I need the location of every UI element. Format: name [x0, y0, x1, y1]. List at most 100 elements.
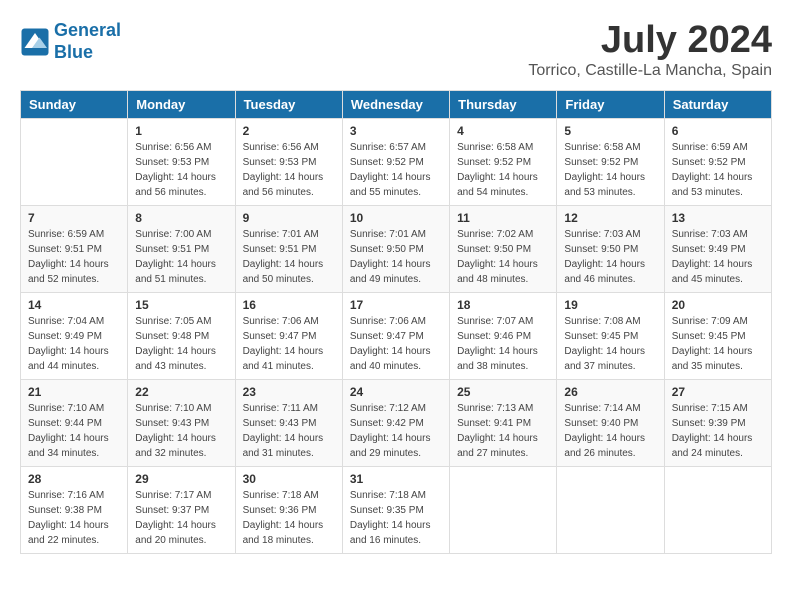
calendar-cell: 8 Sunrise: 7:00 AMSunset: 9:51 PMDaylight…: [128, 205, 235, 292]
calendar-cell: [450, 466, 557, 553]
day-number: 17: [350, 298, 442, 312]
cell-info: Sunrise: 7:05 AMSunset: 9:48 PMDaylight:…: [135, 314, 227, 374]
cell-info: Sunrise: 7:08 AMSunset: 9:45 PMDaylight:…: [564, 314, 656, 374]
col-friday: Friday: [557, 90, 664, 118]
day-number: 31: [350, 472, 442, 486]
logo-text: General Blue: [54, 20, 121, 63]
title-block: July 2024 Torrico, Castille-La Mancha, S…: [528, 20, 772, 80]
cell-info: Sunrise: 7:13 AMSunset: 9:41 PMDaylight:…: [457, 401, 549, 461]
day-number: 10: [350, 211, 442, 225]
cell-info: Sunrise: 7:00 AMSunset: 9:51 PMDaylight:…: [135, 227, 227, 287]
cell-info: Sunrise: 7:02 AMSunset: 9:50 PMDaylight:…: [457, 227, 549, 287]
day-number: 18: [457, 298, 549, 312]
day-number: 30: [243, 472, 335, 486]
calendar-cell: 30 Sunrise: 7:18 AMSunset: 9:36 PMDayligh…: [235, 466, 342, 553]
calendar-cell: 5 Sunrise: 6:58 AMSunset: 9:52 PMDaylight…: [557, 118, 664, 205]
calendar-cell: 3Sunrise: 6:57 AMSunset: 9:52 PMDaylight…: [342, 118, 449, 205]
cell-info: Sunrise: 6:59 AMSunset: 9:52 PMDaylight:…: [672, 140, 764, 200]
cell-info: Sunrise: 7:03 AMSunset: 9:50 PMDaylight:…: [564, 227, 656, 287]
calendar-cell: 19Sunrise: 7:08 AMSunset: 9:45 PMDayligh…: [557, 292, 664, 379]
day-number: 1: [135, 124, 227, 138]
day-number: 24: [350, 385, 442, 399]
calendar-cell: [664, 466, 771, 553]
cell-info: Sunrise: 7:15 AMSunset: 9:39 PMDaylight:…: [672, 401, 764, 461]
day-number: 25: [457, 385, 549, 399]
cell-info: Sunrise: 7:09 AMSunset: 9:45 PMDaylight:…: [672, 314, 764, 374]
calendar-cell: 10Sunrise: 7:01 AMSunset: 9:50 PMDayligh…: [342, 205, 449, 292]
calendar-cell: 29Sunrise: 7:17 AMSunset: 9:37 PMDayligh…: [128, 466, 235, 553]
calendar-cell: [557, 466, 664, 553]
day-number: 16: [243, 298, 335, 312]
cell-info: Sunrise: 7:01 AMSunset: 9:51 PMDaylight:…: [243, 227, 335, 287]
day-number: 6: [672, 124, 764, 138]
day-number: 13: [672, 211, 764, 225]
cell-info: Sunrise: 7:10 AMSunset: 9:44 PMDaylight:…: [28, 401, 120, 461]
calendar-cell: 1 Sunrise: 6:56 AMSunset: 9:53 PMDaylight…: [128, 118, 235, 205]
day-number: 15: [135, 298, 227, 312]
day-number: 14: [28, 298, 120, 312]
calendar-cell: 13 Sunrise: 7:03 AMSunset: 9:49 PMDayligh…: [664, 205, 771, 292]
day-number: 22: [135, 385, 227, 399]
calendar-header-row: Sunday Monday Tuesday Wednesday Thursday…: [21, 90, 772, 118]
calendar-title: July 2024: [528, 20, 772, 62]
day-number: 26: [564, 385, 656, 399]
logo: General Blue: [20, 20, 121, 63]
calendar-cell: 25 Sunrise: 7:13 AMSunset: 9:41 PMDayligh…: [450, 379, 557, 466]
page-header: General Blue July 2024 Torrico, Castille…: [20, 20, 772, 80]
calendar-cell: 27 Sunrise: 7:15 AMSunset: 9:39 PMDayligh…: [664, 379, 771, 466]
cell-info: Sunrise: 6:59 AMSunset: 9:51 PMDaylight:…: [28, 227, 120, 287]
calendar-cell: 9Sunrise: 7:01 AMSunset: 9:51 PMDaylight…: [235, 205, 342, 292]
col-tuesday: Tuesday: [235, 90, 342, 118]
calendar-cell: 16 Sunrise: 7:06 AMSunset: 9:47 PMDayligh…: [235, 292, 342, 379]
cell-info: Sunrise: 6:56 AMSunset: 9:53 PMDaylight:…: [135, 140, 227, 200]
day-number: 27: [672, 385, 764, 399]
day-number: 23: [243, 385, 335, 399]
calendar-subtitle: Torrico, Castille-La Mancha, Spain: [528, 62, 772, 80]
day-number: 3: [350, 124, 442, 138]
logo-icon: [20, 27, 50, 57]
day-number: 12: [564, 211, 656, 225]
cell-info: Sunrise: 7:14 AMSunset: 9:40 PMDaylight:…: [564, 401, 656, 461]
calendar-week-row: 7 Sunrise: 6:59 AMSunset: 9:51 PMDaylight…: [21, 205, 772, 292]
calendar-cell: [21, 118, 128, 205]
col-thursday: Thursday: [450, 90, 557, 118]
day-number: 20: [672, 298, 764, 312]
calendar-cell: 4 Sunrise: 6:58 AMSunset: 9:52 PMDaylight…: [450, 118, 557, 205]
cell-info: Sunrise: 7:10 AMSunset: 9:43 PMDaylight:…: [135, 401, 227, 461]
cell-info: Sunrise: 6:56 AMSunset: 9:53 PMDaylight:…: [243, 140, 335, 200]
col-sunday: Sunday: [21, 90, 128, 118]
calendar-cell: 17Sunrise: 7:06 AMSunset: 9:47 PMDayligh…: [342, 292, 449, 379]
col-saturday: Saturday: [664, 90, 771, 118]
calendar-cell: 2 Sunrise: 6:56 AMSunset: 9:53 PMDaylight…: [235, 118, 342, 205]
col-monday: Monday: [128, 90, 235, 118]
calendar-cell: 14Sunrise: 7:04 AMSunset: 9:49 PMDayligh…: [21, 292, 128, 379]
calendar-cell: 15 Sunrise: 7:05 AMSunset: 9:48 PMDayligh…: [128, 292, 235, 379]
calendar-cell: 11Sunrise: 7:02 AMSunset: 9:50 PMDayligh…: [450, 205, 557, 292]
cell-info: Sunrise: 7:03 AMSunset: 9:49 PMDaylight:…: [672, 227, 764, 287]
col-wednesday: Wednesday: [342, 90, 449, 118]
calendar-cell: 24Sunrise: 7:12 AMSunset: 9:42 PMDayligh…: [342, 379, 449, 466]
calendar-cell: 28 Sunrise: 7:16 AMSunset: 9:38 PMDayligh…: [21, 466, 128, 553]
cell-info: Sunrise: 7:18 AMSunset: 9:36 PMDaylight:…: [243, 488, 335, 548]
calendar-cell: 20 Sunrise: 7:09 AMSunset: 9:45 PMDayligh…: [664, 292, 771, 379]
day-number: 2: [243, 124, 335, 138]
cell-info: Sunrise: 6:58 AMSunset: 9:52 PMDaylight:…: [457, 140, 549, 200]
calendar-cell: 22 Sunrise: 7:10 AMSunset: 9:43 PMDayligh…: [128, 379, 235, 466]
day-number: 5: [564, 124, 656, 138]
calendar-week-row: 14Sunrise: 7:04 AMSunset: 9:49 PMDayligh…: [21, 292, 772, 379]
cell-info: Sunrise: 7:11 AMSunset: 9:43 PMDaylight:…: [243, 401, 335, 461]
day-number: 7: [28, 211, 120, 225]
day-number: 4: [457, 124, 549, 138]
day-number: 8: [135, 211, 227, 225]
cell-info: Sunrise: 6:58 AMSunset: 9:52 PMDaylight:…: [564, 140, 656, 200]
cell-info: Sunrise: 7:06 AMSunset: 9:47 PMDaylight:…: [243, 314, 335, 374]
calendar-cell: 6 Sunrise: 6:59 AMSunset: 9:52 PMDaylight…: [664, 118, 771, 205]
day-number: 28: [28, 472, 120, 486]
cell-info: Sunrise: 7:07 AMSunset: 9:46 PMDaylight:…: [457, 314, 549, 374]
calendar-cell: 31Sunrise: 7:18 AMSunset: 9:35 PMDayligh…: [342, 466, 449, 553]
cell-info: Sunrise: 7:16 AMSunset: 9:38 PMDaylight:…: [28, 488, 120, 548]
calendar-table: Sunday Monday Tuesday Wednesday Thursday…: [20, 90, 772, 554]
calendar-cell: 23 Sunrise: 7:11 AMSunset: 9:43 PMDayligh…: [235, 379, 342, 466]
calendar-week-row: 21Sunrise: 7:10 AMSunset: 9:44 PMDayligh…: [21, 379, 772, 466]
calendar-cell: 18 Sunrise: 7:07 AMSunset: 9:46 PMDayligh…: [450, 292, 557, 379]
